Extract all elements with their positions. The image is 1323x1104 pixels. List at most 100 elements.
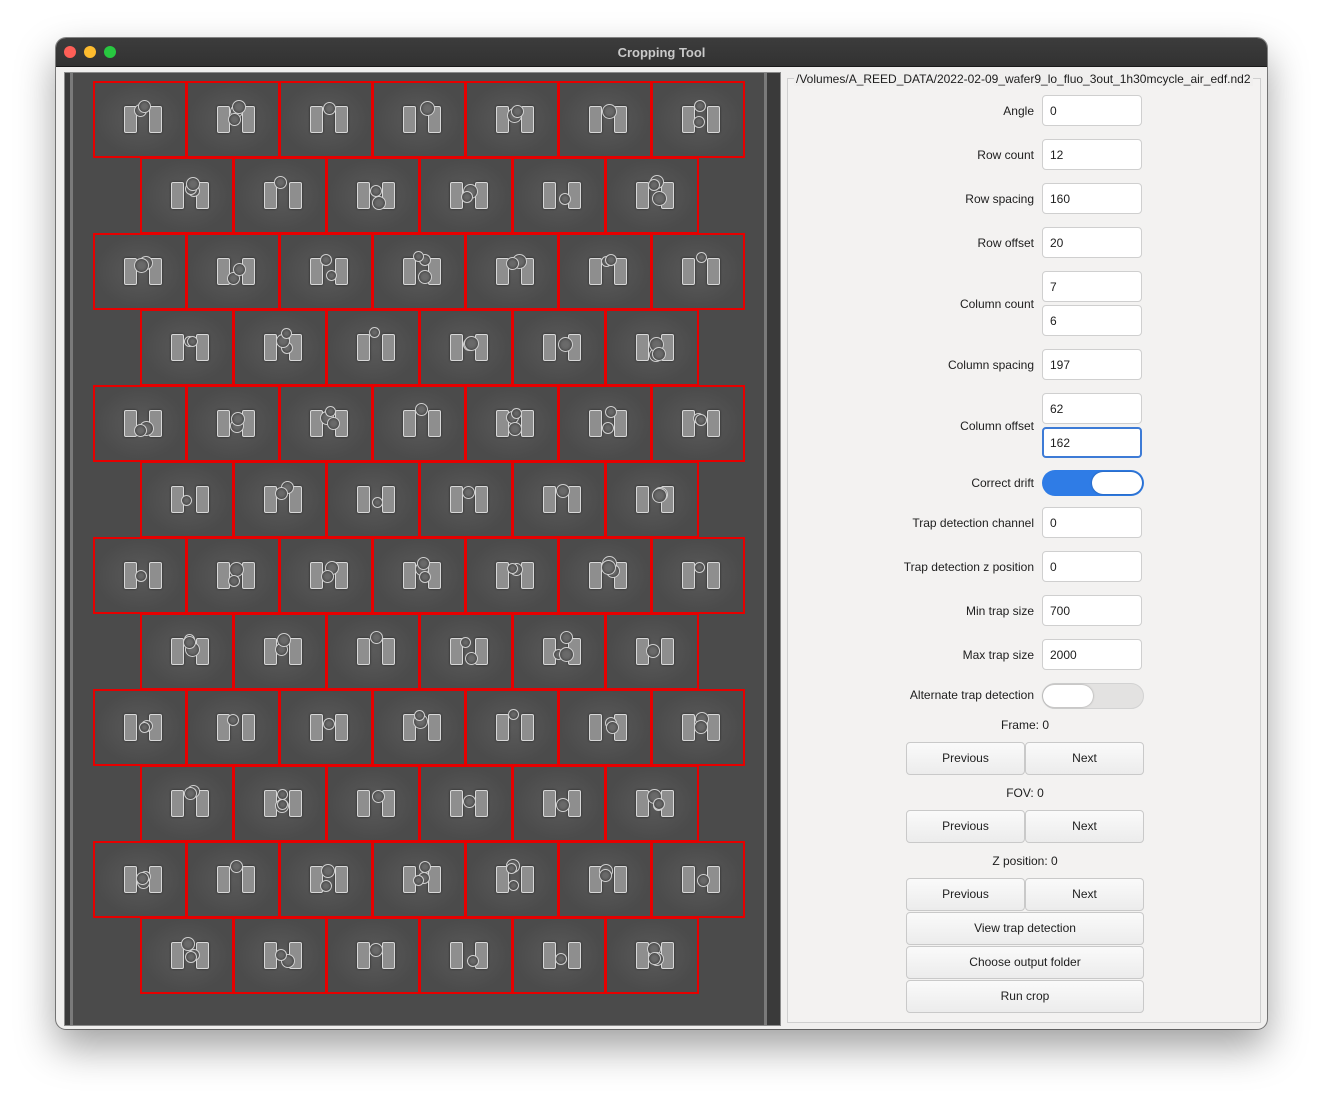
max-trap-size-input[interactable] [1042, 639, 1142, 670]
crop-tile [558, 385, 652, 462]
trap-image [261, 785, 305, 819]
yeast-cell [695, 414, 707, 426]
crop-tile [326, 461, 420, 538]
frame-next-button[interactable]: Next [1025, 742, 1144, 775]
max-trap-size-label: Max trap size [962, 648, 1034, 662]
trap-post [357, 182, 370, 209]
yeast-cell [275, 949, 287, 961]
column-offset-label: Column offset [960, 419, 1034, 433]
trap-post [589, 106, 602, 133]
trap-post [636, 182, 649, 209]
yeast-cell [467, 955, 479, 967]
fov-next-button[interactable]: Next [1025, 810, 1144, 843]
trap-image [400, 101, 444, 135]
trap-post [357, 334, 370, 361]
yeast-cell [321, 570, 334, 583]
min-trap-size-input[interactable] [1042, 595, 1142, 626]
column-offset-input-2[interactable] [1042, 427, 1142, 458]
row-spacing-input[interactable] [1042, 183, 1142, 214]
column-offset-input-1[interactable] [1042, 393, 1142, 424]
trap-image [540, 329, 584, 363]
yeast-cell [185, 951, 197, 963]
yeast-cell [326, 270, 337, 281]
row-offset-input[interactable] [1042, 227, 1142, 258]
trap-detection-z-input[interactable] [1042, 551, 1142, 582]
run-crop-button[interactable]: Run crop [906, 980, 1144, 1013]
channel-left-highlight [70, 73, 73, 1025]
yeast-cell [233, 263, 246, 276]
yeast-cell [696, 252, 707, 263]
crop-tile [465, 537, 559, 614]
crop-tile [140, 613, 234, 690]
column-count-input-2[interactable] [1042, 305, 1142, 336]
fov-previous-button[interactable]: Previous [906, 810, 1025, 843]
yeast-cell [138, 100, 151, 113]
fov-label: FOV: 0 [1006, 786, 1044, 800]
trap-post [475, 790, 488, 817]
yeast-cell [230, 860, 243, 873]
trap-image [307, 101, 351, 135]
crop-tile [186, 385, 280, 462]
crop-tile [186, 841, 280, 918]
trap-image [633, 175, 677, 211]
crop-tile [233, 917, 327, 994]
trap-post [382, 334, 395, 361]
trap-post [357, 790, 370, 817]
crop-tile [558, 537, 652, 614]
z-next-button[interactable]: Next [1025, 878, 1144, 911]
yeast-cell [648, 952, 661, 965]
yeast-cell [560, 631, 573, 644]
crop-tile [140, 917, 234, 994]
channel-right-edge [767, 73, 780, 1025]
trap-image [679, 252, 723, 287]
trap-detection-channel-input[interactable] [1042, 507, 1142, 538]
file-path-label: /Volumes/A_REED_DATA/2022-02-09_wafer9_l… [794, 72, 1253, 86]
yeast-cell [277, 789, 288, 800]
column-count-input-1[interactable] [1042, 271, 1142, 302]
yeast-cell [508, 880, 519, 891]
view-trap-detection-button[interactable]: View trap detection [906, 912, 1144, 945]
trap-image [307, 253, 351, 287]
z-previous-button[interactable]: Previous [906, 878, 1025, 911]
trap-image [307, 405, 351, 439]
crop-tile [93, 233, 187, 310]
trap-image [307, 709, 351, 743]
crop-tile [605, 157, 699, 234]
yeast-cell [277, 799, 288, 810]
crop-tile [140, 309, 234, 386]
alternate-trap-detection-toggle[interactable] [1042, 683, 1144, 709]
correct-drift-toggle[interactable] [1042, 470, 1144, 496]
crop-tile [279, 385, 373, 462]
crop-tile [558, 689, 652, 766]
crop-tile [140, 461, 234, 538]
trap-post [568, 942, 581, 969]
yeast-cell [277, 633, 291, 647]
choose-output-folder-button[interactable]: Choose output folder [906, 946, 1144, 979]
trap-image [354, 177, 398, 211]
crop-tile [605, 765, 699, 842]
yeast-cell [323, 102, 336, 115]
trap-post [242, 562, 255, 589]
trap-post [475, 486, 488, 513]
image-viewer[interactable] [64, 72, 781, 1026]
yeast-cell [599, 869, 612, 882]
trap-post [357, 942, 370, 969]
trap-image [633, 329, 677, 363]
trap-image [447, 937, 491, 971]
crop-tile [233, 613, 327, 690]
trap-image [121, 557, 165, 591]
trap-image [261, 633, 305, 667]
row-count-input[interactable] [1042, 139, 1142, 170]
yeast-cell [231, 412, 245, 426]
trap-image [679, 557, 723, 591]
frame-previous-button[interactable]: Previous [906, 742, 1025, 775]
crop-tile [93, 841, 187, 918]
trap-post [149, 562, 162, 589]
trap-post [382, 942, 395, 969]
trap-image [307, 557, 351, 591]
yeast-cell [228, 113, 241, 126]
angle-input[interactable] [1042, 95, 1142, 126]
trap-image [679, 861, 723, 895]
crop-tile [558, 841, 652, 918]
column-spacing-input[interactable] [1042, 349, 1142, 380]
